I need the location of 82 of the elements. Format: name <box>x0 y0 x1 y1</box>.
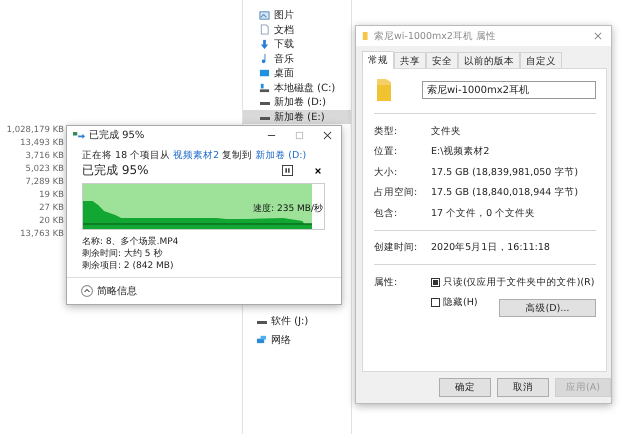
property-value: 2020年5月1日，16:11:18 <box>431 241 550 254</box>
property-label: 占用空间: <box>374 186 418 200</box>
nav-label: 新加卷 (E:) <box>274 110 325 124</box>
drive-icon <box>260 116 270 120</box>
folder-link[interactable]: 视频素材2 <box>173 150 220 161</box>
detail-text: 剩余项目: 2 (842 MB) <box>82 260 174 272</box>
window-title: 已完成 95% <box>89 128 144 142</box>
property-label: 包含: <box>374 206 398 220</box>
dialog-button[interactable]: 取消 <box>497 378 549 397</box>
download-icon <box>259 38 270 50</box>
folder-icon <box>362 31 370 41</box>
copy-icon <box>73 130 85 140</box>
nav-item[interactable]: 软件 (J:) <box>243 311 351 330</box>
nav-label: 音乐 <box>274 52 294 66</box>
chevron-up-icon <box>81 285 93 297</box>
tab[interactable]: 自定义 <box>520 52 562 68</box>
nav-item[interactable]: 桌面 <box>243 66 351 80</box>
folder-icon <box>374 77 394 103</box>
detail-text: 名称: 8、多个场景.MP4 <box>82 236 180 248</box>
checkbox-label: 隐藏(H) <box>443 296 478 309</box>
nav-item[interactable]: 图片 <box>243 8 351 22</box>
nav-item[interactable]: 文档 <box>243 22 351 37</box>
checkbox[interactable] <box>431 298 440 307</box>
tab[interactable]: 共享 <box>394 52 426 68</box>
property-label: 类型: <box>374 124 398 138</box>
desktop-icon <box>259 68 270 79</box>
pause-icon[interactable] <box>282 165 293 176</box>
nav-label: 文档 <box>274 24 294 37</box>
file-size: 13,763 KB <box>20 228 64 241</box>
drive-icon <box>257 320 267 324</box>
disk-icon <box>259 82 270 94</box>
tab[interactable]: 安全 <box>426 52 458 68</box>
nav-item[interactable]: 新加卷 (D:) <box>243 95 351 110</box>
file-size: 20 KB <box>39 215 64 228</box>
nav-item[interactable]: 音乐 <box>243 52 351 66</box>
progress-heading: 已完成 95% <box>82 162 148 179</box>
close-icon[interactable] <box>323 130 332 140</box>
folder-link[interactable]: 新加卷 (D:) <box>255 150 306 161</box>
file-size: 19 KB <box>39 189 64 202</box>
drive-icon <box>260 102 270 106</box>
nav-item[interactable]: 下载 <box>243 37 351 52</box>
dialog-button[interactable]: 确定 <box>439 378 491 397</box>
name-field[interactable]: 索尼wi-1000mx2耳机 <box>422 81 596 99</box>
property-label: 位置: <box>374 145 398 158</box>
nav-label: 桌面 <box>274 66 294 80</box>
copy-status-text: 正在将 18 个项目从 视频素材2 复制到 新加卷 (D:) <box>82 149 308 162</box>
nav-item[interactable]: 本地磁盘 (C:) <box>243 80 351 95</box>
checkbox-label: 只读(仅应用于文件夹中的文件)(R) <box>443 276 594 289</box>
property-value: 文件夹 <box>431 124 461 138</box>
window-title: 索尼wi-1000mx2耳机 属性 <box>374 30 496 42</box>
nav-label: 本地磁盘 (C:) <box>274 82 336 95</box>
advanced-button[interactable]: 高级(D)... <box>499 299 596 317</box>
nav-label: 软件 (J:) <box>271 314 308 328</box>
nav-item[interactable]: 新加卷 (E:) <box>243 110 351 124</box>
property-label: 创建时间: <box>374 241 418 254</box>
file-size: 3,716 KB <box>26 150 64 163</box>
nav-label: 下载 <box>274 38 294 52</box>
nav-item[interactable]: 网络 <box>243 330 351 349</box>
property-label: 属性: <box>374 276 398 289</box>
nav-label: 网络 <box>271 334 291 346</box>
nav-label: 新加卷 (D:) <box>274 96 326 110</box>
property-value: 17 个文件，0 个文件夹 <box>431 206 536 220</box>
property-label: 大小: <box>374 166 398 179</box>
tab[interactable]: 以前的版本 <box>458 52 520 68</box>
nav-label: 图片 <box>274 8 294 22</box>
cancel-icon[interactable] <box>314 166 322 174</box>
picture-icon <box>259 10 270 21</box>
detail-text: 剩余时间: 大约 5 秒 <box>82 248 164 260</box>
file-size: 5,023 KB <box>26 163 64 176</box>
file-size: 27 KB <box>39 202 64 215</box>
document-icon <box>259 24 270 36</box>
less-details-button[interactable]: 简略信息 <box>81 284 137 298</box>
speed-label: 速度: 235 MB/秒 <box>253 202 323 215</box>
property-value: 17.5 GB (18,839,981,050 字节) <box>431 166 578 179</box>
property-value: 17.5 GB (18,840,018,944 字节) <box>431 186 578 200</box>
tab[interactable]: 常规 <box>362 51 394 69</box>
network-icon <box>256 334 267 345</box>
property-value: E:\视频素材2 <box>431 145 490 158</box>
checkbox[interactable] <box>431 278 440 287</box>
file-size: 13,493 KB <box>20 137 64 150</box>
file-size: 1,028,179 KB <box>6 124 64 137</box>
file-size: 7,289 KB <box>26 176 64 189</box>
